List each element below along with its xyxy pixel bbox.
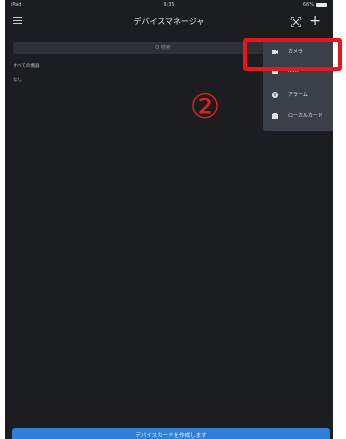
section-label: すべての機器 xyxy=(13,64,40,69)
local-card-icon xyxy=(272,113,278,119)
scan-icon[interactable] xyxy=(291,17,301,27)
battery-icon xyxy=(316,3,327,7)
alarm-icon xyxy=(272,92,278,98)
popup-item-label: アラーム xyxy=(288,92,308,98)
camera-highlight-box xyxy=(243,38,342,71)
step-number-annotation: ② xyxy=(189,87,221,127)
nav-bar: デバイスマネージャ + xyxy=(5,12,333,34)
create-button-label: デバイスカードを作成します xyxy=(135,433,207,439)
status-bar: iPad 9:35 66% xyxy=(5,0,333,10)
battery-percent: 66% xyxy=(302,2,314,8)
popup-item-label: ローカルカード xyxy=(288,113,323,119)
sub-label[interactable]: なし xyxy=(13,77,22,83)
popup-item-alarm[interactable]: アラーム xyxy=(263,86,333,104)
popup-item-local-card[interactable]: ローカルカード xyxy=(263,107,333,125)
add-button[interactable]: + xyxy=(309,13,321,29)
page-title: デバイスマネージャ xyxy=(133,17,205,26)
status-time: 9:35 xyxy=(163,2,175,8)
create-device-card-button[interactable]: デバイスカードを作成します xyxy=(12,428,330,439)
status-battery: 66% xyxy=(303,2,327,8)
